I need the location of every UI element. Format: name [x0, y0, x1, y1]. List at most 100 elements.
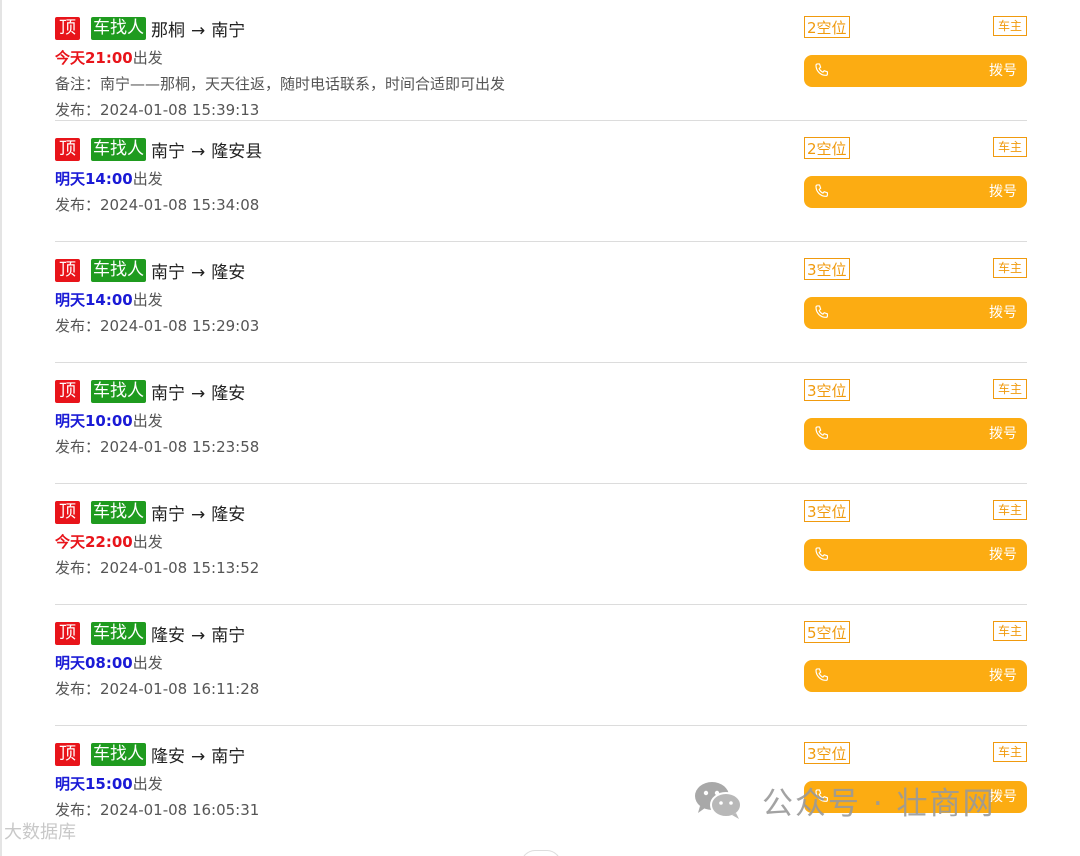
- top-badge: 顶: [55, 742, 80, 766]
- top-badge: 顶: [55, 137, 80, 161]
- route-arrow: →: [191, 141, 206, 162]
- dial-label: 拨号: [989, 184, 1017, 200]
- bottom-handle: [521, 850, 561, 856]
- route-line: 顶车找人 隆安 → 南宁: [55, 621, 246, 646]
- publish-time: 2024-01-08 15:39:13: [100, 101, 260, 119]
- listing-card[interactable]: 顶车找人 南宁 → 隆安 明天14:00出发 发布：2024-01-08 15:29:03…: [55, 242, 1027, 363]
- publish-time: 2024-01-08 16:11:28: [100, 680, 260, 698]
- listing-card[interactable]: 顶车找人 隆安 → 南宁 明天08:00出发 发布：2024-01-08 16:11:28…: [55, 605, 1027, 726]
- dial-button[interactable]: 拨号: [804, 539, 1027, 571]
- dial-button[interactable]: 拨号: [804, 660, 1027, 692]
- departure-suffix: 出发: [132, 291, 163, 309]
- role-badge: 车主: [993, 500, 1027, 520]
- listing-card[interactable]: 顶车找人 南宁 → 隆安 今天22:00出发 发布：2024-01-08 15:13:52…: [55, 484, 1027, 605]
- route: 南宁 → 隆安: [151, 258, 245, 283]
- listing-card[interactable]: 顶车找人 南宁 → 隆安 明天10:00出发 发布：2024-01-08 15:23:58…: [55, 363, 1027, 484]
- route-arrow: →: [191, 625, 206, 646]
- role-badge: 车主: [993, 621, 1027, 641]
- top-badge: 顶: [55, 500, 80, 524]
- phone-icon: [812, 545, 832, 565]
- departure-line: 今天22:00出发: [55, 532, 163, 552]
- role-badge: 车主: [993, 742, 1027, 762]
- route-line: 顶车找人 南宁 → 隆安: [55, 379, 246, 404]
- phone-icon: [812, 303, 832, 323]
- publish-label: 发布：: [55, 438, 101, 456]
- route-to: 南宁: [211, 625, 246, 646]
- publish-label: 发布：: [55, 559, 101, 577]
- publish-line: 发布：2024-01-08 16:11:28: [55, 679, 259, 699]
- type-badge: 车找人: [91, 621, 146, 645]
- publish-time: 2024-01-08 15:34:08: [100, 196, 260, 214]
- route: 隆安 → 南宁: [151, 742, 245, 767]
- dial-label: 拨号: [989, 63, 1017, 79]
- listing-card[interactable]: 顶车找人 南宁 → 隆安县 明天14:00出发 发布：2024-01-08 15:34:0…: [55, 121, 1027, 242]
- dial-button[interactable]: 拨号: [804, 55, 1027, 87]
- publish-line: 发布：2024-01-08 15:23:58: [55, 437, 259, 457]
- listing-card[interactable]: 顶车找人 那桐 → 南宁 今天21:00出发 备注：南宁——那桐，天天往返，随时电话联系，…: [55, 0, 1027, 121]
- publish-line: 发布：2024-01-08 15:34:08: [55, 195, 259, 215]
- publish-time: 2024-01-08 15:13:52: [100, 559, 260, 577]
- role-badge: 车主: [993, 16, 1027, 36]
- top-badge: 顶: [55, 379, 80, 403]
- top-badge: 顶: [55, 258, 80, 282]
- route-line: 顶车找人 隆安 → 南宁: [55, 742, 245, 767]
- route-to: 隆安: [211, 383, 246, 404]
- departure-line: 明天14:00出发: [55, 169, 163, 189]
- route-from: 南宁: [151, 141, 185, 162]
- type-badge: 车找人: [91, 379, 146, 403]
- phone-icon: [812, 424, 832, 444]
- departure-suffix: 出发: [132, 412, 163, 430]
- publish-line: 发布：2024-01-08 15:39:13: [55, 100, 259, 120]
- publish-time: 2024-01-08 16:05:31: [100, 801, 260, 819]
- type-badge: 车找人: [91, 137, 146, 161]
- dial-label: 拨号: [989, 789, 1017, 805]
- type-badge: 车找人: [91, 16, 146, 40]
- route-from: 那桐: [151, 20, 185, 41]
- route-line: 顶车找人 南宁 → 隆安: [55, 500, 245, 525]
- departure-time: 今天22:00: [55, 533, 133, 551]
- dial-label: 拨号: [989, 426, 1017, 442]
- dial-button[interactable]: 拨号: [804, 297, 1027, 329]
- dial-button[interactable]: 拨号: [804, 781, 1027, 813]
- departure-line: 明天08:00出发: [55, 653, 163, 673]
- listing-note: 备注：南宁——那桐，天天往返，随时电话联系，时间合适即可出发: [55, 75, 506, 93]
- departure-time: 明天15:00: [55, 775, 133, 793]
- departure-time: 今天21:00: [55, 49, 133, 67]
- route: 那桐 → 南宁: [151, 16, 245, 41]
- publish-line: 发布：2024-01-08 15:13:52: [55, 558, 259, 578]
- dial-button[interactable]: 拨号: [804, 418, 1027, 450]
- role-badge: 车主: [993, 379, 1027, 399]
- route-arrow: →: [191, 383, 206, 404]
- dial-button[interactable]: 拨号: [804, 176, 1027, 208]
- type-badge: 车找人: [91, 742, 146, 766]
- route: 南宁 → 隆安: [151, 500, 245, 525]
- seats-badge: 2空位: [804, 137, 850, 159]
- phone-icon: [812, 787, 832, 807]
- phone-icon: [812, 666, 832, 686]
- seats-badge: 3空位: [804, 742, 850, 764]
- route-from: 南宁: [151, 262, 185, 283]
- route-line: 顶车找人 南宁 → 隆安县: [55, 137, 262, 162]
- departure-time: 明天08:00: [55, 654, 133, 672]
- publish-line: 发布：2024-01-08 15:29:03: [55, 316, 259, 336]
- route-from: 南宁: [151, 504, 185, 525]
- departure-line: 明天14:00出发: [55, 290, 163, 310]
- publish-time: 2024-01-08 15:23:58: [100, 438, 260, 456]
- departure-suffix: 出发: [132, 170, 163, 188]
- phone-icon: [812, 61, 832, 81]
- left-border: [0, 0, 2, 856]
- route-from: 南宁: [151, 383, 185, 404]
- departure-time: 明天14:00: [55, 291, 133, 309]
- seats-badge: 5空位: [804, 621, 850, 643]
- listing-card[interactable]: 顶车找人 隆安 → 南宁 明天15:00出发 发布：2024-01-08 16:05:31…: [55, 726, 1027, 847]
- role-badge: 车主: [993, 137, 1027, 157]
- publish-label: 发布：: [55, 680, 101, 698]
- listing-list: 顶车找人 那桐 → 南宁 今天21:00出发 备注：南宁——那桐，天天往返，随时电话联系，…: [55, 0, 1027, 847]
- route-to: 隆安: [211, 262, 246, 283]
- publish-line: 发布：2024-01-08 16:05:31: [55, 800, 259, 820]
- departure-suffix: 出发: [132, 654, 163, 672]
- ride-listing-page: 顶车找人 那桐 → 南宁 今天21:00出发 备注：南宁——那桐，天天往返，随时电话联系，…: [0, 0, 1080, 856]
- dial-label: 拨号: [989, 547, 1017, 563]
- seats-badge: 3空位: [804, 379, 850, 401]
- route-to: 南宁: [211, 20, 246, 41]
